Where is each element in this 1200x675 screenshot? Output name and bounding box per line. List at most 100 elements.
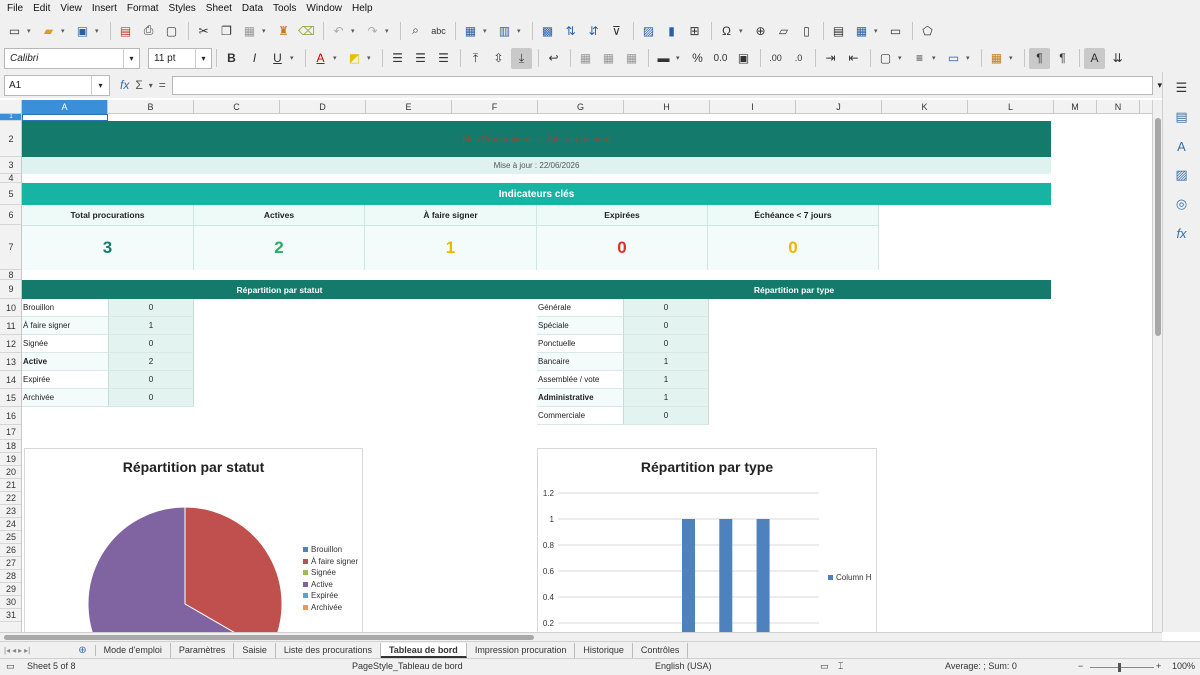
freeze-rows-columns-icon[interactable]: ▦	[851, 20, 872, 41]
menu-help[interactable]: Help	[347, 0, 378, 17]
column-header-c[interactable]: C	[194, 100, 280, 114]
status-pie-chart[interactable]: Répartition par statut Brouillon À faire …	[24, 448, 363, 632]
column-header-n[interactable]: N	[1097, 100, 1140, 114]
right-to-left-icon[interactable]: ¶	[1052, 48, 1073, 69]
next-sheet-icon[interactable]: ▸	[18, 646, 22, 655]
zoom-out-icon[interactable]: −	[1078, 661, 1083, 671]
menu-data[interactable]: Data	[237, 0, 268, 17]
zoom-in-icon[interactable]: +	[1156, 661, 1161, 671]
number-format-icon[interactable]: 0.0	[710, 48, 731, 69]
row-header-8[interactable]: 8	[0, 270, 21, 280]
merge-cells-icon[interactable]: ▦	[598, 48, 619, 69]
copy-icon[interactable]: ❐	[216, 20, 237, 41]
row-header-14[interactable]: 14	[0, 371, 21, 389]
sheet-tab[interactable]: Historique	[575, 642, 633, 658]
sheet-tab[interactable]: Tableau de bord	[380, 642, 467, 658]
row-header-21[interactable]: 21	[0, 479, 21, 492]
sort-ascending-icon[interactable]: ⇅	[560, 20, 581, 41]
print-icon[interactable]: ⎙	[138, 20, 159, 41]
sheet-tab[interactable]: Contrôles	[633, 642, 689, 658]
insert-image-icon[interactable]: ▨	[638, 20, 659, 41]
font-size-dropdown-icon[interactable]: ▾	[195, 48, 211, 68]
special-character-dropdown-icon[interactable]: ▾	[739, 27, 747, 35]
status-page-style[interactable]: PageStyle_Tableau de bord	[352, 661, 463, 671]
horizontal-scrollbar-thumb[interactable]	[4, 635, 534, 640]
first-sheet-icon[interactable]: |◂	[4, 646, 10, 655]
special-character-icon[interactable]: Ω	[716, 20, 737, 41]
left-to-right-icon[interactable]: ¶	[1029, 47, 1050, 69]
font-color-icon[interactable]: A	[310, 48, 331, 69]
menu-file[interactable]: File	[2, 0, 28, 17]
row-header-1[interactable]: 1	[0, 114, 21, 121]
row-header-9[interactable]: 9	[0, 280, 21, 299]
column-header-b[interactable]: B	[108, 100, 194, 114]
menu-styles[interactable]: Styles	[164, 0, 201, 17]
sheet-tab[interactable]: Impression procuration	[467, 642, 576, 658]
horizontal-scrollbar[interactable]	[0, 632, 1162, 641]
align-center-icon[interactable]: ☰	[410, 48, 431, 69]
increase-indent-icon[interactable]: ⇥	[820, 48, 841, 69]
zoom-level[interactable]: 100%	[1172, 661, 1195, 671]
export-pdf-icon[interactable]: ▤	[115, 20, 136, 41]
column-header-f[interactable]: F	[452, 100, 538, 114]
text-direction-vertical-icon[interactable]: ⇊	[1107, 48, 1128, 69]
text-direction-horizontal-icon[interactable]: A	[1084, 47, 1105, 69]
row-header-3[interactable]: 3	[0, 157, 21, 174]
vertical-scrollbar-thumb[interactable]	[1155, 118, 1161, 336]
menu-window[interactable]: Window	[301, 0, 347, 17]
row-header-6[interactable]: 6	[0, 205, 21, 225]
vertical-scrollbar[interactable]	[1152, 100, 1162, 632]
save-icon[interactable]: ▣	[72, 20, 93, 41]
freeze-icon[interactable]: ▩	[537, 20, 558, 41]
name-box[interactable]: A1 ▾	[4, 74, 110, 96]
decrease-indent-icon[interactable]: ⇤	[843, 48, 864, 69]
font-size-box[interactable]: 11 pt ▾	[148, 47, 212, 69]
column-dropdown-icon[interactable]: ▾	[517, 27, 525, 35]
sort-descending-icon[interactable]: ⇵	[583, 20, 604, 41]
paste-dropdown-icon[interactable]: ▾	[262, 27, 270, 35]
add-sheet-icon[interactable]: ⊕	[70, 644, 96, 656]
delete-decimal-icon[interactable]: .0	[788, 48, 809, 69]
menu-insert[interactable]: Insert	[87, 0, 122, 17]
formula-equals-icon[interactable]: =	[159, 78, 166, 92]
menu-format[interactable]: Format	[122, 0, 164, 17]
percent-format-icon[interactable]: %	[687, 48, 708, 69]
wrap-text-icon[interactable]: ↩	[543, 48, 564, 69]
row-header-13[interactable]: 13	[0, 353, 21, 371]
underline-dropdown-icon[interactable]: ▾	[290, 54, 298, 62]
sheet-tab[interactable]: Liste des procurations	[276, 642, 381, 658]
zoom-slider-knob[interactable]	[1118, 663, 1121, 672]
date-format-icon[interactable]: ▣	[733, 48, 754, 69]
currency-dropdown-icon[interactable]: ▾	[676, 54, 684, 62]
border-color-icon[interactable]: ▭	[943, 48, 964, 69]
column-header-e[interactable]: E	[366, 100, 452, 114]
split-window-icon[interactable]: ▭	[885, 20, 906, 41]
clear-formatting-icon[interactable]: ⌫	[296, 20, 317, 41]
row-dropdown-icon[interactable]: ▾	[483, 27, 491, 35]
redo-dropdown-icon[interactable]: ▾	[385, 27, 393, 35]
column-header-h[interactable]: H	[624, 100, 710, 114]
align-right-icon[interactable]: ☰	[433, 48, 454, 69]
column-header-g[interactable]: G	[538, 100, 624, 114]
row-header-7[interactable]: 7	[0, 225, 21, 270]
row-header-27[interactable]: 27	[0, 557, 21, 570]
conditional-format-icon[interactable]: ▦	[986, 48, 1007, 69]
font-color-dropdown-icon[interactable]: ▾	[333, 54, 341, 62]
sidebar-menu-icon[interactable]: ☰	[1172, 78, 1192, 98]
sheet-tab[interactable]: Paramètres	[171, 642, 235, 658]
bar-mark[interactable]	[719, 519, 733, 632]
merge-center-icon[interactable]: ▦	[575, 48, 596, 69]
sheet-area[interactable]: Mes Procurations — Tableau de bord Mise …	[22, 114, 1152, 632]
bar-mark[interactable]	[756, 519, 770, 632]
currency-format-icon[interactable]: ▬	[653, 48, 674, 69]
last-sheet-icon[interactable]: ▸|	[24, 646, 30, 655]
row-header-17[interactable]: 17	[0, 425, 21, 440]
sum-icon[interactable]: Σ	[135, 78, 142, 92]
undo-dropdown-icon[interactable]: ▾	[351, 27, 359, 35]
gallery-icon[interactable]: ▨	[1172, 165, 1192, 185]
function-wizard-icon[interactable]: fx	[120, 78, 129, 92]
row-header-5[interactable]: 5	[0, 183, 21, 205]
row-header-11[interactable]: 11	[0, 317, 21, 335]
paste-icon[interactable]: ▦	[239, 20, 260, 41]
font-name-box[interactable]: Calibri ▾	[4, 47, 140, 69]
